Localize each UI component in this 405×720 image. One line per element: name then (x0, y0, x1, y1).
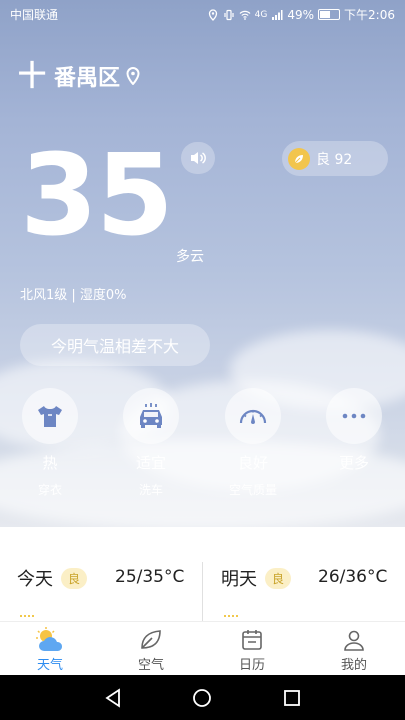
action-value: 更多 (338, 454, 369, 472)
wifi-icon (239, 10, 251, 20)
day-name: 明天 (221, 569, 257, 590)
tab-weather[interactable]: 天气 (10, 626, 90, 673)
back-nav-icon[interactable] (102, 687, 124, 709)
wind-humidity: 北风1级 | 湿度0% (20, 288, 127, 303)
location-status-icon (208, 8, 217, 21)
location-pin-icon (126, 67, 140, 85)
tab-profile[interactable]: 我的 (314, 626, 394, 673)
day-name: 今天 (17, 569, 53, 590)
battery-percent: 49% (287, 7, 315, 22)
voice-broadcast-button[interactable] (181, 142, 215, 174)
action-carwash[interactable]: 适宜 洗车 (111, 388, 191, 498)
forecast-tomorrow[interactable]: 明天 良 (221, 565, 292, 591)
aqi-pill[interactable]: 良 92 (282, 141, 388, 176)
clock: 下午2:06 (344, 8, 395, 22)
forecast-today[interactable]: 今天 良 (17, 565, 88, 591)
gauge-icon (225, 388, 281, 444)
action-clothing[interactable]: 热 穿衣 (10, 388, 90, 498)
temp-range: 26/36°C (318, 567, 388, 587)
leaf-tab-icon (111, 626, 191, 654)
divider (202, 562, 203, 622)
tab-air[interactable]: 空气 (111, 626, 191, 673)
action-value: 热 (42, 454, 58, 472)
action-more[interactable]: 更多 (314, 388, 394, 481)
weather-condition: 多云 (176, 249, 204, 265)
temp-range: 25/35°C (115, 567, 185, 587)
tab-label: 空气 (137, 658, 164, 673)
location-header[interactable]: 十 番禺区 (18, 60, 140, 92)
action-label: 空气质量 (228, 483, 277, 497)
add-city-button[interactable]: 十 (18, 62, 46, 90)
current-temperature: 35 (20, 131, 174, 261)
forecast-card: 今天 良 25/35°C 明天 良 26/36°C (0, 527, 405, 622)
weather-tab-icon (10, 626, 90, 654)
bottom-tab-bar: 天气 空气 日历 我的 (0, 621, 405, 675)
quality-badge: 良 (265, 567, 292, 589)
action-label: 穿衣 (37, 483, 62, 497)
tab-label: 日历 (238, 658, 265, 673)
carrier-label: 中国联通 (10, 8, 59, 22)
tab-label: 天气 (36, 658, 63, 673)
system-nav-bar (0, 675, 405, 720)
status-bar: 中国联通 4G 49% 下午2:06 (0, 0, 405, 28)
quality-badge: 良 (61, 567, 88, 589)
aqi-label: 良 92 (316, 151, 353, 168)
battery-icon (318, 9, 341, 20)
leaf-icon (288, 147, 310, 170)
tab-calendar[interactable]: 日历 (212, 626, 292, 673)
quick-actions: 热 穿衣 适宜 洗车 良好 空气质量 更多 (0, 388, 405, 508)
weather-app: 中国联通 4G 49% 下午2:06 十 番禺区 35 多云 良 92 北风1级… (0, 0, 405, 675)
shirt-icon (22, 388, 78, 444)
recents-nav-icon[interactable] (281, 687, 303, 709)
signal-icon (272, 9, 283, 20)
speaker-icon (191, 152, 206, 164)
weather-tip: 今明气温相差不大 (20, 324, 210, 366)
location-name: 番禺区 (54, 66, 121, 91)
user-tab-icon (314, 626, 394, 654)
action-label: 洗车 (138, 483, 163, 497)
tab-label: 我的 (340, 658, 367, 673)
action-value: 良好 (237, 454, 268, 472)
network-type-label: 4G (254, 9, 268, 20)
vibrate-icon (224, 9, 234, 20)
action-value: 适宜 (135, 454, 166, 472)
more-icon (326, 388, 382, 444)
calendar-tab-icon (212, 626, 292, 654)
car-icon (123, 388, 179, 444)
action-air-quality[interactable]: 良好 空气质量 (213, 388, 293, 498)
home-nav-icon[interactable] (191, 687, 213, 709)
